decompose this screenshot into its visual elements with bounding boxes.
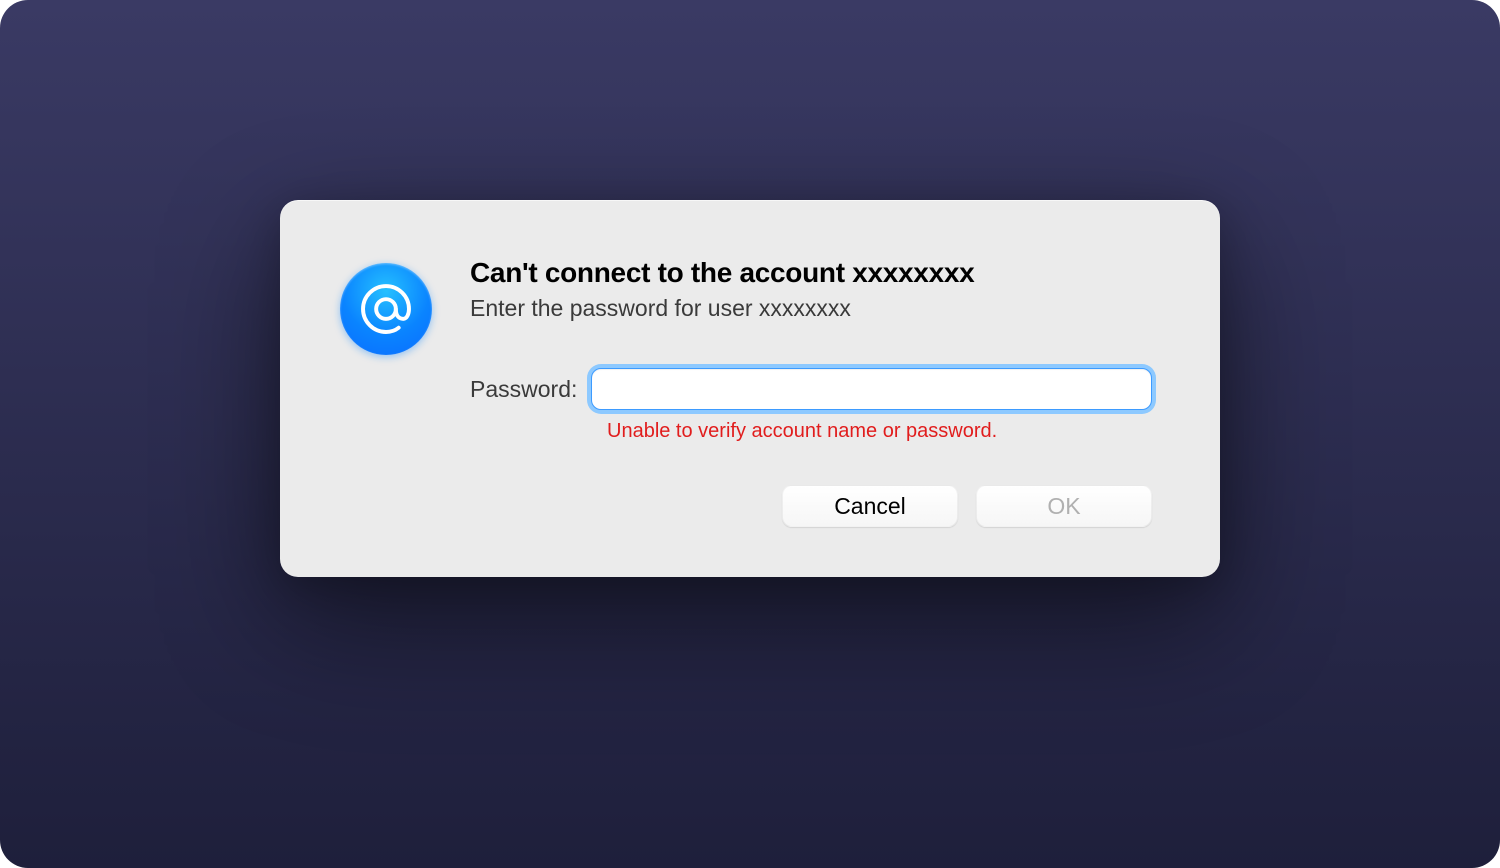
at-sign-icon	[340, 263, 432, 355]
stage: Can't connect to the account xxxxxxxx En…	[0, 0, 1500, 868]
password-field-label: Password:	[470, 376, 577, 403]
dialog-button-row: Cancel OK	[470, 485, 1152, 527]
ok-button[interactable]: OK	[976, 485, 1152, 527]
password-input[interactable]	[591, 368, 1152, 410]
error-spacer	[470, 420, 607, 443]
error-message: Unable to verify account name or passwor…	[607, 420, 997, 443]
dialog-title: Can't connect to the account xxxxxxxx	[470, 257, 1152, 289]
auth-dialog: Can't connect to the account xxxxxxxx En…	[280, 200, 1220, 577]
dialog-shadow-wrapper: Can't connect to the account xxxxxxxx En…	[280, 200, 1220, 577]
password-row: Password:	[470, 368, 1152, 410]
error-row: Unable to verify account name or passwor…	[470, 420, 1152, 443]
dialog-content: Can't connect to the account xxxxxxxx En…	[470, 257, 1152, 527]
dialog-icon-column	[340, 257, 432, 527]
dialog-subtitle: Enter the password for user xxxxxxxx	[470, 295, 1152, 322]
cancel-button[interactable]: Cancel	[782, 485, 958, 527]
